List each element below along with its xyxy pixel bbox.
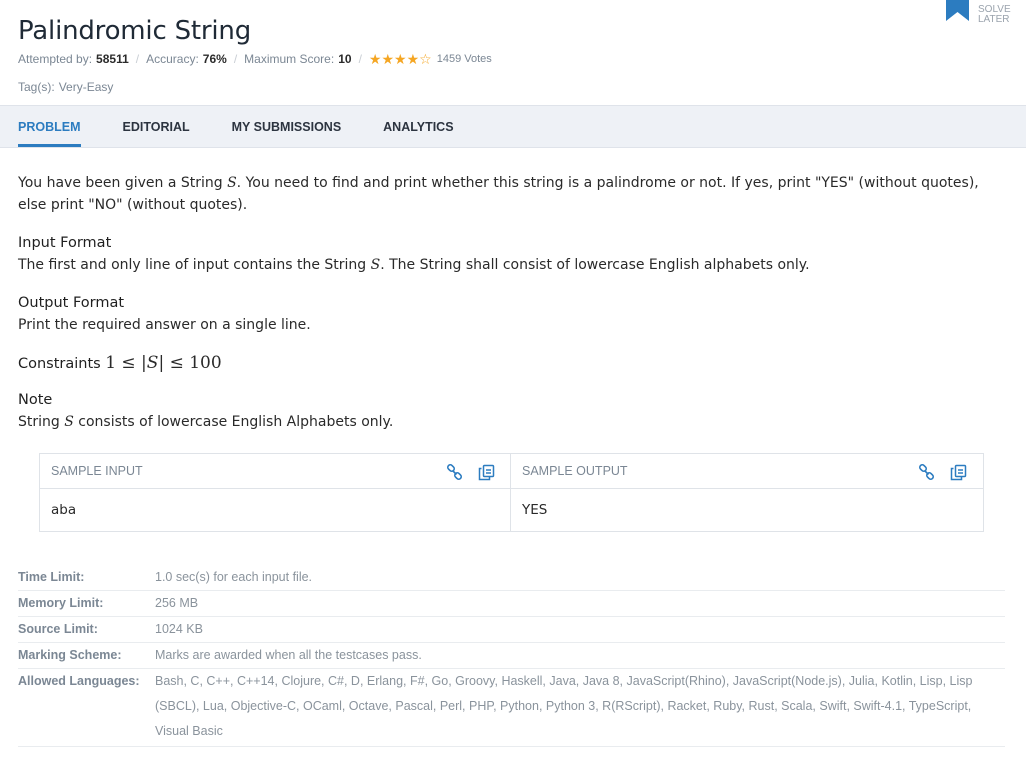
limit-row-marking: Marking Scheme: Marks are awarded when a… [18,643,1005,669]
star-filled-icon[interactable]: ★ [369,52,382,66]
math-variable: S [227,175,237,191]
solve-later-line-2: LATER [978,14,1010,25]
intro-paragraph: You have been given a String S. You need… [18,172,1008,216]
sample-input-title: SAMPLE INPUT [51,464,143,478]
tab-problem[interactable]: PROBLEM [18,106,81,147]
note-segment: String [18,414,65,430]
limit-value: 1024 KB [155,622,203,636]
note-text: String S consists of lowercase English A… [18,411,1008,433]
math-variable: S [370,257,381,273]
limit-key: Marking Scheme: [18,648,122,662]
max-score-label: Maximum Score: [244,52,335,66]
accuracy-label: Accuracy: [146,52,199,66]
problem-meta: Attempted by: 58511 / Accuracy: 76% / Ma… [18,52,492,66]
tags-line: Tag(s): Very-Easy [18,80,113,94]
note-section: Note String S consists of lowercase Engl… [18,389,1008,433]
votes-count: 1459 Votes [436,53,492,65]
solve-later-button[interactable] [946,0,970,22]
math-variable: S [64,414,74,430]
star-empty-icon[interactable]: ☆ [419,52,432,66]
output-format-title: Output Format [18,295,125,311]
star-filled-icon[interactable]: ★ [381,52,394,66]
solve-later-label[interactable]: SOLVE LATER [978,5,1011,25]
meta-separator: / [135,52,140,66]
star-filled-icon[interactable]: ★ [407,52,420,66]
limit-row-time: Time Limit: 1.0 sec(s) for each input fi… [18,565,1005,591]
constraints-title: Constraints [18,356,101,372]
sample-output-value[interactable]: YES [511,489,983,530]
link-icon[interactable] [917,463,935,481]
problem-statement: You have been given a String S. You need… [18,172,1008,449]
tag-very-easy[interactable]: Very-Easy [59,80,114,94]
input-format-section: Input Format The first and only line of … [18,232,1008,276]
rating-stars[interactable]: ★ ★ ★ ★ ☆ [369,52,432,66]
limit-value: Marks are awarded when all the testcases… [155,648,422,662]
constraints-math-part: | ≤ 100 [158,353,222,373]
max-score-value: 10 [338,52,352,66]
star-filled-icon[interactable]: ★ [394,52,407,66]
sample-input-value[interactable]: aba [40,489,510,530]
attempted-label: Attempted by: [18,52,93,66]
intro-text: You have been given a String [18,175,228,191]
meta-separator: / [233,52,238,66]
bookmark-icon [946,0,969,21]
link-icon-svg [446,463,462,480]
limit-value: 1.0 sec(s) for each input file. [155,570,313,584]
copy-icon-svg [950,464,966,480]
constraints-section: Constraints 1 ≤ |S| ≤ 100 [18,352,1008,375]
limit-key: Allowed Languages: [18,674,140,688]
note-title: Note [18,392,53,408]
note-segment: consists of lowercase English Alphabets … [73,414,394,430]
limit-key: Time Limit: [18,570,85,584]
meta-separator: / [358,52,362,66]
limit-key: Memory Limit: [18,596,104,610]
problem-tabs: PROBLEM EDITORIAL MY SUBMISSIONS ANALYTI… [0,105,1026,148]
tab-editorial[interactable]: EDITORIAL [123,106,190,147]
tags-label: Tag(s): [18,80,55,94]
input-format-title: Input Format [18,235,112,251]
constraints-math-part: 1 ≤ | [105,353,147,373]
attempted-value: 58511 [96,52,129,66]
sample-output-title: SAMPLE OUTPUT [522,464,628,478]
page-title: Palindromic String [18,16,252,46]
sample-input-header: SAMPLE INPUT [40,454,510,489]
sample-output-column: SAMPLE OUTPUT YES [511,454,983,531]
accuracy-value: 76% [202,52,227,66]
tab-my-submissions[interactable]: MY SUBMISSIONS [232,106,342,147]
limit-value: Bash, C, C++, C++14, Clojure, C#, D, Erl… [155,674,973,738]
limit-row-memory: Memory Limit: 256 MB [18,591,1005,617]
math-variable: S [146,353,159,373]
limit-row-languages: Allowed Languages: Bash, C, C++, C++14, … [18,669,1005,747]
sample-input-column: SAMPLE INPUT aba [40,454,511,531]
copy-icon-svg [478,464,494,480]
output-format-section: Output Format Print the required answer … [18,292,1008,336]
output-format-text: Print the required answer on a single li… [18,317,311,333]
link-icon-svg [918,463,934,480]
input-format-segment: The first and only line of input contain… [18,257,371,273]
link-icon[interactable] [445,463,463,481]
limits-table: Time Limit: 1.0 sec(s) for each input fi… [18,565,1005,747]
copy-icon[interactable] [949,463,967,481]
copy-icon[interactable] [477,463,495,481]
sample-io-table: SAMPLE INPUT aba SAMPLE OUTPUT YES [39,453,984,532]
limit-row-source: Source Limit: 1024 KB [18,617,1005,643]
sample-output-header: SAMPLE OUTPUT [511,454,983,489]
problem-header: Palindromic String Attempted by: 58511 /… [0,0,1026,105]
constraints-math: 1 ≤ |S| ≤ 100 [105,353,222,373]
limit-key: Source Limit: [18,622,98,636]
limit-value: 256 MB [155,596,199,610]
input-format-text: The first and only line of input contain… [18,254,1008,276]
tab-analytics[interactable]: ANALYTICS [383,106,453,147]
input-format-segment: . The String shall consist of lowercase … [380,257,810,273]
